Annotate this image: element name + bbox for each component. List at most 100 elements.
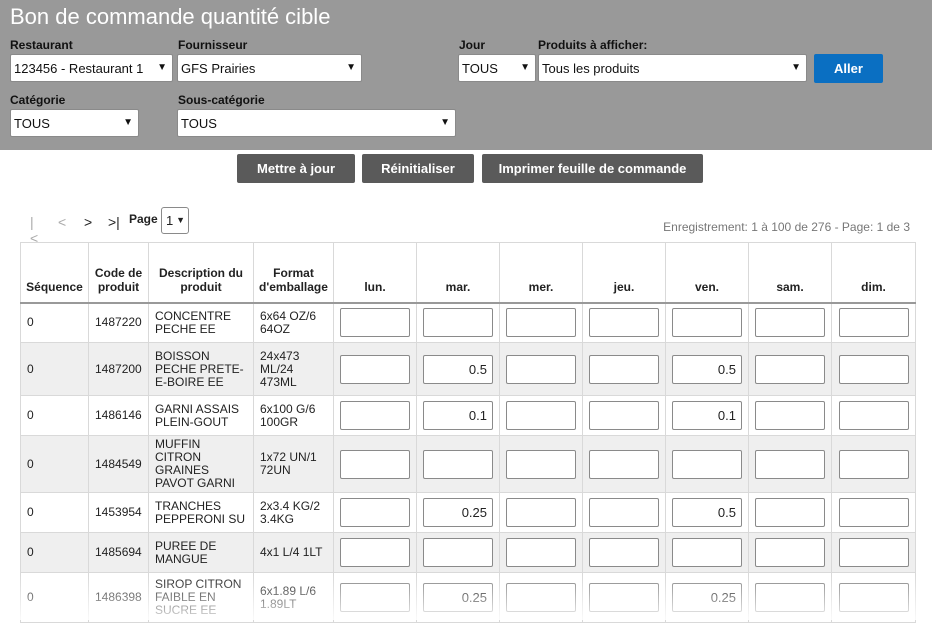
supplier-select[interactable]: GFS Prairies ▼ bbox=[177, 54, 362, 82]
qty-input-wed[interactable] bbox=[506, 354, 576, 384]
qty-input-fri[interactable]: 0.5 bbox=[672, 354, 742, 384]
cell-code: 1487220 bbox=[88, 302, 149, 343]
qty-input-tue[interactable]: 0.25 bbox=[423, 498, 493, 527]
qty-input-sat[interactable] bbox=[755, 449, 825, 479]
print-order-sheet-button[interactable]: Imprimer feuille de commande bbox=[482, 154, 703, 183]
day-select[interactable]: TOUS ▼ bbox=[458, 54, 536, 82]
subcategory-select[interactable]: TOUS ▼ bbox=[177, 109, 456, 137]
qty-input-wed[interactable] bbox=[506, 449, 576, 479]
qty-input-fri[interactable]: 0.5 bbox=[672, 498, 742, 527]
qty-input-mon[interactable] bbox=[340, 401, 410, 430]
go-button[interactable]: Aller bbox=[814, 54, 883, 83]
chevron-down-icon: ▼ bbox=[791, 62, 801, 73]
qty-input-wed[interactable] bbox=[506, 583, 576, 612]
reset-button[interactable]: Réinitialiser bbox=[362, 154, 474, 183]
qty-input-fri[interactable]: 0.1 bbox=[672, 401, 742, 430]
chevron-down-icon: ▼ bbox=[123, 117, 133, 128]
qty-input-thu[interactable] bbox=[589, 354, 659, 384]
qty-input-mon[interactable] bbox=[340, 538, 410, 567]
day-select-value: TOUS bbox=[462, 61, 498, 76]
cell-desc: MUFFIN CITRON GRAINES PAVOT GARNI bbox=[148, 435, 254, 493]
qty-input-sat[interactable] bbox=[755, 583, 825, 612]
qty-input-sat[interactable] bbox=[755, 498, 825, 527]
qty-input-tue[interactable]: 0.5 bbox=[423, 354, 493, 384]
qty-input-wed[interactable] bbox=[506, 308, 576, 338]
qty-input-thu[interactable] bbox=[589, 401, 659, 430]
qty-input-tue[interactable] bbox=[423, 538, 493, 567]
cell-sun bbox=[831, 435, 916, 493]
qty-input-tue[interactable]: 0.25 bbox=[423, 583, 493, 612]
cell-mon bbox=[333, 342, 417, 396]
qty-input-mon[interactable] bbox=[340, 308, 410, 338]
qty-input-sat[interactable] bbox=[755, 538, 825, 567]
next-page-icon[interactable]: > bbox=[84, 214, 92, 230]
col-fri: ven. bbox=[665, 242, 749, 304]
qty-input-fri[interactable] bbox=[672, 308, 742, 338]
qty-input-tue[interactable] bbox=[423, 308, 493, 338]
cell-thu bbox=[582, 572, 666, 623]
update-button[interactable]: Mettre à jour bbox=[237, 154, 355, 183]
table-row: 0 1453954 TRANCHES PEPPERONI SU 2x3.4 KG/2 … bbox=[20, 492, 916, 533]
cell-desc: GARNI ASSAIS PLEIN-GOUT bbox=[148, 395, 254, 436]
qty-input-sat[interactable] bbox=[755, 308, 825, 338]
qty-input-thu[interactable] bbox=[589, 583, 659, 612]
page-label: Page bbox=[129, 212, 158, 226]
qty-input-sun[interactable] bbox=[838, 308, 909, 338]
qty-input-sun[interactable] bbox=[838, 401, 909, 430]
cell-fri bbox=[665, 302, 749, 343]
restaurant-select-value: 123456 - Restaurant 1 bbox=[14, 61, 144, 76]
qty-input-sun[interactable] bbox=[838, 498, 909, 527]
qty-input-mon[interactable] bbox=[340, 498, 410, 527]
table-header-row: Séquence Code de produit Description du … bbox=[20, 242, 916, 304]
cell-tue bbox=[416, 435, 500, 493]
qty-input-tue[interactable] bbox=[423, 449, 493, 479]
qty-input-thu[interactable] bbox=[589, 498, 659, 527]
qty-input-sat[interactable] bbox=[755, 401, 825, 430]
qty-input-mon[interactable] bbox=[340, 449, 410, 479]
cell-sun bbox=[831, 572, 916, 623]
supplier-select-value: GFS Prairies bbox=[181, 61, 256, 76]
qty-input-fri[interactable] bbox=[672, 449, 742, 479]
qty-input-tue[interactable]: 0.1 bbox=[423, 401, 493, 430]
qty-input-thu[interactable] bbox=[589, 449, 659, 479]
last-page-icon[interactable]: >| bbox=[108, 214, 120, 230]
qty-input-fri[interactable] bbox=[672, 538, 742, 567]
page-select[interactable]: 1 ▼ bbox=[161, 207, 189, 234]
qty-input-sun[interactable] bbox=[838, 538, 909, 567]
qty-input-wed[interactable] bbox=[506, 538, 576, 567]
category-select[interactable]: TOUS ▼ bbox=[10, 109, 139, 137]
cell-code: 1486146 bbox=[88, 395, 149, 436]
supplier-label: Fournisseur bbox=[178, 38, 248, 52]
products-select[interactable]: Tous les produits ▼ bbox=[538, 54, 807, 82]
qty-input-sat[interactable] bbox=[755, 354, 825, 384]
record-info: Enregistrement: 1 à 100 de 276 - Page: 1… bbox=[663, 220, 910, 234]
cell-tue: 0.25 bbox=[416, 492, 500, 533]
cell-thu bbox=[582, 302, 666, 343]
qty-input-wed[interactable] bbox=[506, 401, 576, 430]
qty-input-sun[interactable] bbox=[838, 354, 909, 384]
col-thu: jeu. bbox=[582, 242, 666, 304]
cell-code: 1486398 bbox=[88, 572, 149, 623]
qty-input-mon[interactable] bbox=[340, 354, 410, 384]
cell-sat bbox=[748, 532, 832, 573]
cell-wed bbox=[499, 435, 583, 493]
qty-input-thu[interactable] bbox=[589, 308, 659, 338]
qty-input-mon[interactable] bbox=[340, 583, 410, 612]
cell-wed bbox=[499, 395, 583, 436]
page-title: Bon de commande quantité cible bbox=[10, 4, 331, 29]
qty-input-thu[interactable] bbox=[589, 538, 659, 567]
qty-input-wed[interactable] bbox=[506, 498, 576, 527]
qty-input-sun[interactable] bbox=[838, 449, 909, 479]
cell-fri: 0.25 bbox=[665, 572, 749, 623]
cell-seq: 0 bbox=[20, 435, 89, 493]
cell-wed bbox=[499, 492, 583, 533]
qty-input-sun[interactable] bbox=[838, 583, 909, 612]
cell-sun bbox=[831, 302, 916, 343]
cell-sat bbox=[748, 342, 832, 396]
prev-page-icon[interactable]: < bbox=[58, 214, 66, 230]
qty-input-fri[interactable]: 0.25 bbox=[672, 583, 742, 612]
cell-wed bbox=[499, 342, 583, 396]
products-select-value: Tous les produits bbox=[542, 61, 640, 76]
cell-format: 1x72 UN/1 72UN bbox=[253, 435, 334, 493]
restaurant-select[interactable]: 123456 - Restaurant 1 ▼ bbox=[10, 54, 173, 82]
